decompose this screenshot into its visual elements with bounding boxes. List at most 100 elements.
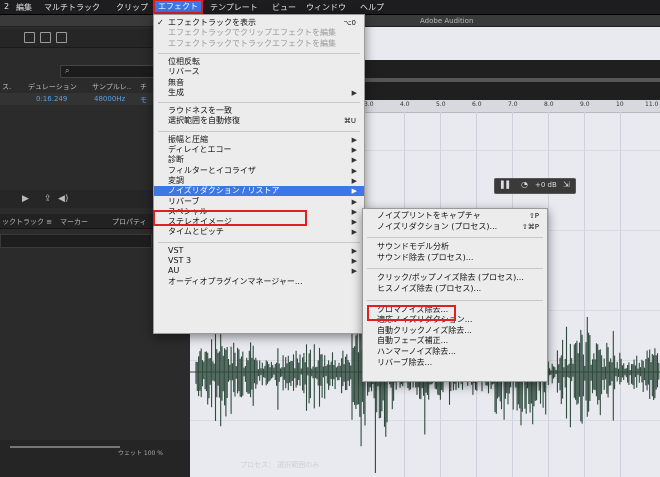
menu-item-label: 生成 xyxy=(168,87,184,97)
wet-slider[interactable] xyxy=(10,446,120,448)
volume-knob-icon[interactable]: ◔ xyxy=(521,180,528,189)
col-header-duration[interactable]: デュレーション xyxy=(28,82,77,92)
menu-item-9[interactable]: ラウドネスを一致 xyxy=(154,106,364,116)
save-icon[interactable] xyxy=(24,32,35,43)
menu-item-6[interactable]: 無音 xyxy=(154,78,364,88)
menu-separator xyxy=(158,130,360,132)
menu-item-label: ヒスノイズ除去 (プロセス)... xyxy=(377,284,482,293)
menu-item-label: サウンド除去 (プロセス)... xyxy=(377,252,474,262)
file-samplerate: 48000Hz xyxy=(94,95,126,103)
col-header-status[interactable]: ス. xyxy=(2,82,11,92)
menu-item-label: エフェクトラックでクリップエフェクトを編集 xyxy=(168,28,336,38)
menu-clip[interactable]: クリップ xyxy=(116,2,148,13)
menu-item-label: サウンドモデル分析 xyxy=(377,242,449,252)
menu-item-9[interactable]: クロマノイズ除去... xyxy=(363,305,547,316)
menu-item-25[interactable]: AU ▶ xyxy=(154,266,364,276)
col-header-channels[interactable]: チ xyxy=(140,82,147,92)
menu-item-label: ノイズリダクション (プロセス)... xyxy=(377,221,498,231)
menu-effects[interactable]: エフェクト xyxy=(153,0,203,14)
menu-item-10[interactable]: 適応ノイズリダクション... xyxy=(363,315,547,326)
menu-item-16[interactable]: 変調 ▶ xyxy=(154,176,364,186)
menu-separator xyxy=(158,52,360,54)
menu-window[interactable]: ウィンドウ xyxy=(306,2,346,13)
menu-item-label: タイムとピッチ xyxy=(168,227,224,237)
menu-item-3[interactable]: サウンドモデル分析 xyxy=(363,242,547,253)
ruler-tick: 10 xyxy=(616,101,624,108)
effects-menu: ✓ エフェクトラックを表示 ⌥0 エフェクトラックでクリップエフェクトを編集 エフェクト… xyxy=(153,14,365,334)
ruler-tick: 9.0 xyxy=(580,101,590,108)
menu-item-21[interactable]: タイムとピッチ ▶ xyxy=(154,227,364,237)
menu-item-label: 選択範囲を自動修復 xyxy=(168,116,240,126)
menu-item-10[interactable]: 選択範囲を自動修復 ⌘U xyxy=(154,116,364,126)
menubar: 2 編集 マルチトラック クリップ エフェクト テンプレート ビュー ウィンドウ… xyxy=(0,0,660,15)
tab-track[interactable]: ックトラック ≡ xyxy=(2,217,52,227)
menu-item-18[interactable]: リバーブ ▶ xyxy=(154,197,364,207)
submenu-arrow-icon: ▶ xyxy=(351,166,357,175)
play-icon[interactable]: ▶ xyxy=(22,194,29,204)
ruler-tick: 8.0 xyxy=(544,101,554,108)
menu-item-11[interactable]: 自動クリックノイズ除去... xyxy=(363,326,547,337)
ruler-tick: 11.0 xyxy=(645,101,659,108)
noise-reduction-submenu: ノイズプリントをキャプチャ ⇧P ノイズリダクション (プロセス)... ⇧⌘P サウン… xyxy=(362,208,548,382)
tool-icon[interactable] xyxy=(56,32,67,43)
menu-item-label: リバーブ xyxy=(168,196,200,206)
menu-item-23[interactable]: VST ▶ xyxy=(154,246,364,256)
menu-item-4[interactable]: サウンド除去 (プロセス)... xyxy=(363,253,547,264)
menu-item-6[interactable]: クリック/ポップノイズ除去 (プロセス)... xyxy=(363,273,547,284)
ruler-tick: 3.0 xyxy=(364,101,374,108)
menu-item-14[interactable]: 診断 ▶ xyxy=(154,155,364,165)
menu-item-label: オーディオプラグインマネージャー... xyxy=(168,276,303,286)
menu-item-12[interactable]: 自動フェーズ補正... xyxy=(363,336,547,347)
tab-properties[interactable]: プロパティ xyxy=(112,217,147,227)
tab-marker[interactable]: マーカー xyxy=(60,217,88,227)
menu-help[interactable]: ヘルプ xyxy=(360,2,384,13)
wet-label: ウェット 100 % xyxy=(118,450,163,457)
menu-item-4[interactable]: 位相反転 xyxy=(154,57,364,67)
menu-item-5[interactable]: リバース xyxy=(154,67,364,77)
ruler-tick: 7.0 xyxy=(508,101,518,108)
menu-item-0[interactable]: ✓ エフェクトラックを表示 ⌥0 xyxy=(154,18,364,28)
menu-item-1[interactable]: ノイズリダクション (プロセス)... ⇧⌘P xyxy=(363,222,547,233)
menu-app[interactable]: 2 xyxy=(4,2,9,11)
volume-value: +0 dB xyxy=(535,181,557,189)
submenu-arrow-icon: ▶ xyxy=(351,207,357,216)
menu-item-label: リバース xyxy=(168,67,200,77)
menu-item-17[interactable]: ノイズリダクション / リストア ▶ xyxy=(154,186,364,197)
menu-item-7[interactable]: ヒスノイズ除去 (プロセス)... xyxy=(363,284,547,295)
menu-item-label: 無音 xyxy=(168,77,184,87)
monitor-icon[interactable] xyxy=(40,32,51,43)
menu-item-24[interactable]: VST 3 ▶ xyxy=(154,256,364,266)
menu-item-0[interactable]: ノイズプリントをキャプチャ ⇧P xyxy=(363,211,547,222)
menu-multitrack[interactable]: マルチトラック xyxy=(44,2,100,13)
ruler-tick: 4.0 xyxy=(400,101,410,108)
submenu-arrow-icon: ▶ xyxy=(351,246,357,255)
menu-item-1: エフェクトラックでクリップエフェクトを編集 xyxy=(154,28,364,38)
menu-item-14[interactable]: リバーブ除去... xyxy=(363,358,547,369)
menu-item-13[interactable]: ディレイとエコー ▶ xyxy=(154,145,364,155)
checkmark-icon: ✓ xyxy=(157,18,164,27)
menu-item-label: 診断 xyxy=(168,155,184,165)
menu-shortcut: ⌘U xyxy=(343,117,356,126)
menu-view[interactable]: ビュー xyxy=(272,2,296,13)
menu-item-15[interactable]: フィルターとイコライザ ▶ xyxy=(154,166,364,176)
menu-item-20[interactable]: ステレオイメージ ▶ xyxy=(154,217,364,227)
menu-item-label: 振幅と圧縮 xyxy=(168,134,208,144)
preset-dropdown[interactable] xyxy=(0,234,152,248)
pin-icon[interactable]: ⇲ xyxy=(563,180,570,189)
menu-item-12[interactable]: 振幅と圧縮 ▶ xyxy=(154,135,364,145)
menu-edit[interactable]: 編集 xyxy=(16,2,32,13)
menu-item-19[interactable]: スペシャル ▶ xyxy=(154,207,364,217)
menu-shortcut: ⌥0 xyxy=(343,19,356,27)
menu-template[interactable]: テンプレート xyxy=(210,2,258,13)
export-icon[interactable]: ⇪ xyxy=(44,194,52,204)
col-header-samplerate[interactable]: サンプルレ.. xyxy=(92,82,131,92)
submenu-arrow-icon: ▶ xyxy=(351,88,357,97)
menu-item-7[interactable]: 生成 ▶ xyxy=(154,88,364,98)
menu-item-label: クリック/ポップノイズ除去 (プロセス)... xyxy=(377,273,524,283)
menu-item-13[interactable]: ハンマーノイズ除去... xyxy=(363,347,547,358)
menu-item-label: ディレイとエコー xyxy=(168,145,232,154)
speaker-icon[interactable]: ◀) xyxy=(58,194,68,204)
search-icon: ⌕ xyxy=(65,66,70,75)
menu-item-26[interactable]: オーディオプラグインマネージャー... xyxy=(154,277,364,287)
volume-hud[interactable]: ▌▌ ◔ +0 dB ⇲ xyxy=(494,178,576,194)
